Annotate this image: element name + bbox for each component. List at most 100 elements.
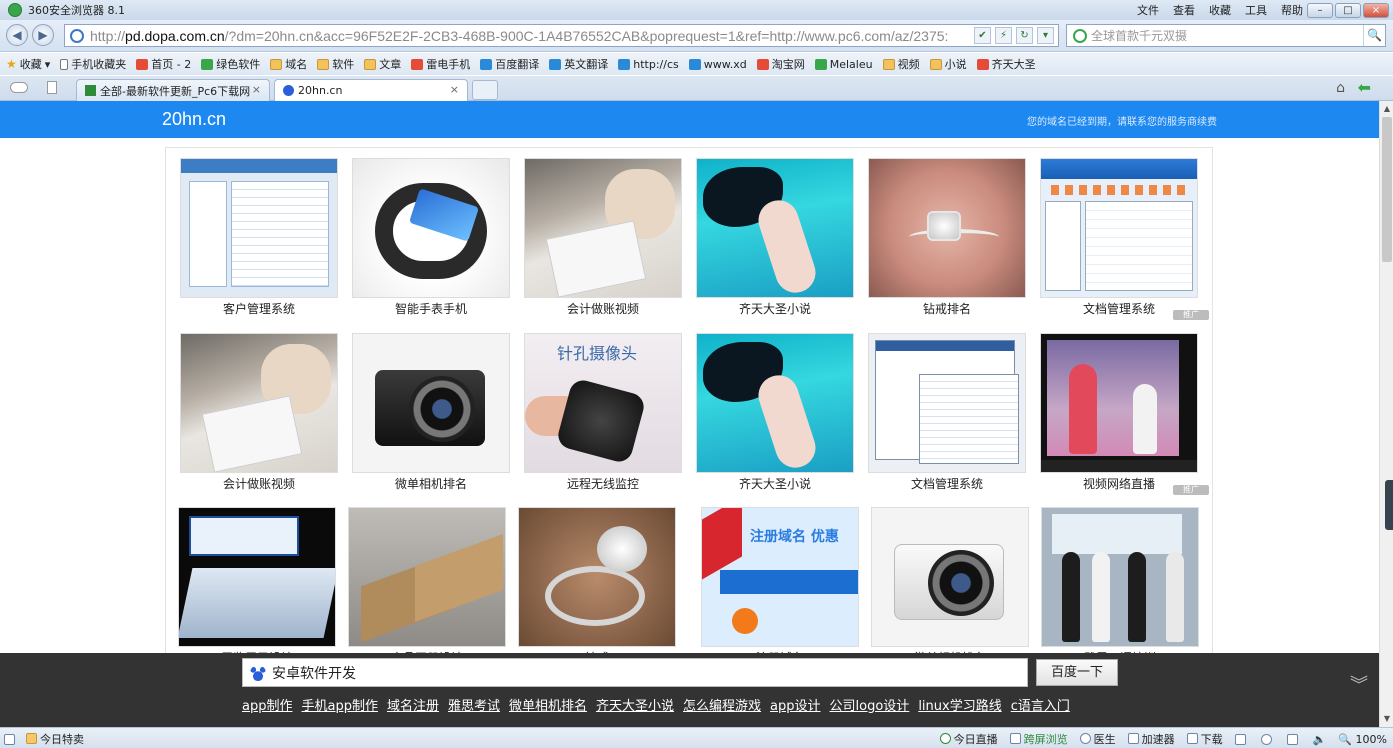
site-domain[interactable]: 20hn.cn (162, 109, 226, 130)
thumbnail[interactable] (696, 333, 854, 473)
item-caption[interactable]: 钻戒排名 (868, 300, 1026, 317)
thumbnail[interactable] (1040, 333, 1198, 473)
list-item[interactable]: 针孔摄像头 远程无线监控 (524, 333, 682, 492)
back-button[interactable]: ◀ (6, 24, 28, 46)
sidebar-toggle-icon[interactable] (4, 733, 15, 745)
bookmark-green-software[interactable]: 绿色软件 (201, 56, 260, 72)
maximize-button[interactable]: □ (1335, 3, 1361, 18)
hot-link[interactable]: 公司logo设计 (830, 695, 910, 714)
today-sale-link[interactable]: 今日特卖 (26, 731, 84, 747)
search-query[interactable]: 安卓软件开发 (272, 663, 356, 683)
thumbnail[interactable] (518, 507, 676, 647)
forward-button[interactable]: ▶ (32, 24, 54, 46)
bookmark-taobao[interactable]: 淘宝网 (756, 56, 805, 72)
status-cross-screen[interactable]: 跨屏浏览 (1009, 731, 1068, 747)
item-caption[interactable]: 客户管理系统 (180, 300, 338, 317)
address-bar[interactable]: http://pd.dopa.com.cn/?dm=20hn.cn&acc=96… (64, 24, 1059, 47)
hot-link[interactable]: 手机app制作 (301, 695, 377, 714)
status-live[interactable]: 今日直播 (939, 731, 998, 747)
collapse-chevron-icon[interactable]: ︾ (1350, 677, 1368, 695)
bookmark-http-cs[interactable]: http://cs (618, 58, 679, 71)
hot-link[interactable]: 怎么编程游戏 (683, 695, 761, 714)
thumbnail[interactable] (180, 158, 338, 298)
list-item[interactable]: 文档管理系统 (868, 333, 1026, 492)
bookmark-qitian[interactable]: 齐天大圣 (976, 56, 1036, 72)
thumbnail[interactable] (868, 333, 1026, 473)
undo-close-icon[interactable]: ⬅ (1358, 78, 1371, 97)
notes-icon[interactable] (47, 81, 57, 94)
thumbnail[interactable] (696, 158, 854, 298)
status-accelerator[interactable]: 加速器 (1127, 731, 1175, 747)
thumbnail[interactable] (180, 333, 338, 473)
list-item[interactable]: 钻戒 (518, 507, 676, 666)
search-box[interactable]: 全球首款千元双摄 🔍 (1066, 24, 1386, 47)
hot-link[interactable]: 雅思考试 (448, 695, 500, 714)
list-item[interactable]: 智能手表手机 (352, 158, 510, 317)
thumbnail[interactable] (868, 158, 1026, 298)
url-dropdown-icon[interactable]: ▾ (1037, 27, 1054, 44)
list-item[interactable]: 文档管理系统 (1040, 158, 1198, 317)
thumbnail[interactable] (524, 158, 682, 298)
item-caption[interactable]: 智能手表手机 (352, 300, 510, 317)
menu-item-help[interactable]: 帮助 (1281, 2, 1303, 18)
close-tab-icon[interactable]: × (252, 83, 261, 96)
list-item[interactable]: 展览展示设计 (178, 507, 336, 666)
list-item[interactable]: 注册域名 优惠 注册域名 (701, 507, 859, 666)
list-item[interactable]: 齐天大圣小说 (696, 333, 854, 492)
window-icon[interactable] (1286, 733, 1298, 745)
search-engine-icon[interactable] (1073, 28, 1087, 43)
item-caption[interactable]: 微单相机排名 (352, 475, 510, 492)
status-doctor[interactable]: 医生 (1079, 731, 1116, 747)
bookmark-baidu-translate[interactable]: 百度翻译 (480, 56, 539, 72)
thumbnail[interactable] (1041, 507, 1199, 647)
game-icon[interactable] (1234, 733, 1246, 745)
search-icon[interactable]: 🔍 (1363, 25, 1385, 46)
bookmark-leidian[interactable]: 雷电手机 (411, 56, 470, 72)
close-window-button[interactable]: × (1363, 3, 1389, 18)
bookmark-software[interactable]: 软件 (317, 56, 354, 72)
item-caption[interactable]: 远程无线监控 (524, 475, 682, 492)
minimize-button[interactable]: – (1307, 3, 1333, 18)
list-item[interactable]: 微单相机排名 (352, 333, 510, 492)
item-caption[interactable]: 文档管理系统 (868, 475, 1026, 492)
status-download[interactable]: 下载 (1186, 731, 1223, 747)
baidu-search-button[interactable]: 百度一下 (1036, 659, 1118, 686)
list-item[interactable]: 产品画册设计 (348, 507, 506, 666)
scroll-down-icon[interactable]: ▼ (1381, 713, 1393, 725)
menu-item-favorites[interactable]: 收藏 (1209, 2, 1231, 18)
bookmark-novel[interactable]: 小说 (929, 56, 967, 72)
scroll-up-icon[interactable]: ▲ (1381, 103, 1393, 115)
hot-link[interactable]: 齐天大圣小说 (596, 695, 674, 714)
zoom-level[interactable]: 🔍 100% (1338, 733, 1387, 746)
close-tab-icon[interactable]: × (450, 83, 459, 96)
list-item[interactable]: 视频网络直播 (1040, 333, 1198, 492)
thumbnail[interactable]: 针孔摄像头 (524, 333, 682, 473)
list-item[interactable]: 钻戒排名 (868, 158, 1026, 317)
tab-pc6[interactable]: 全部-最新软件更新_Pc6下载网 × (76, 79, 270, 101)
hot-link[interactable]: app设计 (770, 695, 820, 714)
item-caption[interactable]: 齐天大圣小说 (696, 300, 854, 317)
list-item[interactable]: 齐天大圣小说 (696, 158, 854, 317)
home-icon[interactable]: ⌂ (1336, 80, 1345, 96)
ie-icon[interactable] (1260, 733, 1272, 745)
tab-20hn[interactable]: 20hn.cn × (274, 79, 468, 101)
list-item[interactable]: 客户管理系统 (180, 158, 338, 317)
bookmark-www-xd[interactable]: www.xd (688, 58, 747, 71)
hot-link[interactable]: 微单相机排名 (509, 695, 587, 714)
thumbnail[interactable] (352, 333, 510, 473)
hot-link[interactable]: 域名注册 (387, 695, 439, 714)
hot-link[interactable]: linux学习路线 (918, 695, 1001, 714)
item-caption[interactable]: 齐天大圣小说 (696, 475, 854, 492)
vertical-scrollbar[interactable]: ▲ ▼ (1379, 101, 1393, 727)
thumbnail[interactable] (348, 507, 506, 647)
thumbnail[interactable] (1040, 158, 1198, 298)
item-caption[interactable]: 会计做账视频 (180, 475, 338, 492)
volume-icon[interactable]: 🔈 (1313, 733, 1327, 746)
bookmark-english-translate[interactable]: 英文翻译 (549, 56, 608, 72)
list-item[interactable]: 微单相机排名 (871, 507, 1029, 666)
speed-mode-icon[interactable]: ⚡ (995, 27, 1012, 44)
bookmark-favorites[interactable]: ★ 收藏 ▾ (6, 56, 50, 72)
bookmark-domain[interactable]: 域名 (270, 56, 307, 72)
new-tab-button[interactable] (472, 80, 498, 100)
thumbnail[interactable] (871, 507, 1029, 647)
